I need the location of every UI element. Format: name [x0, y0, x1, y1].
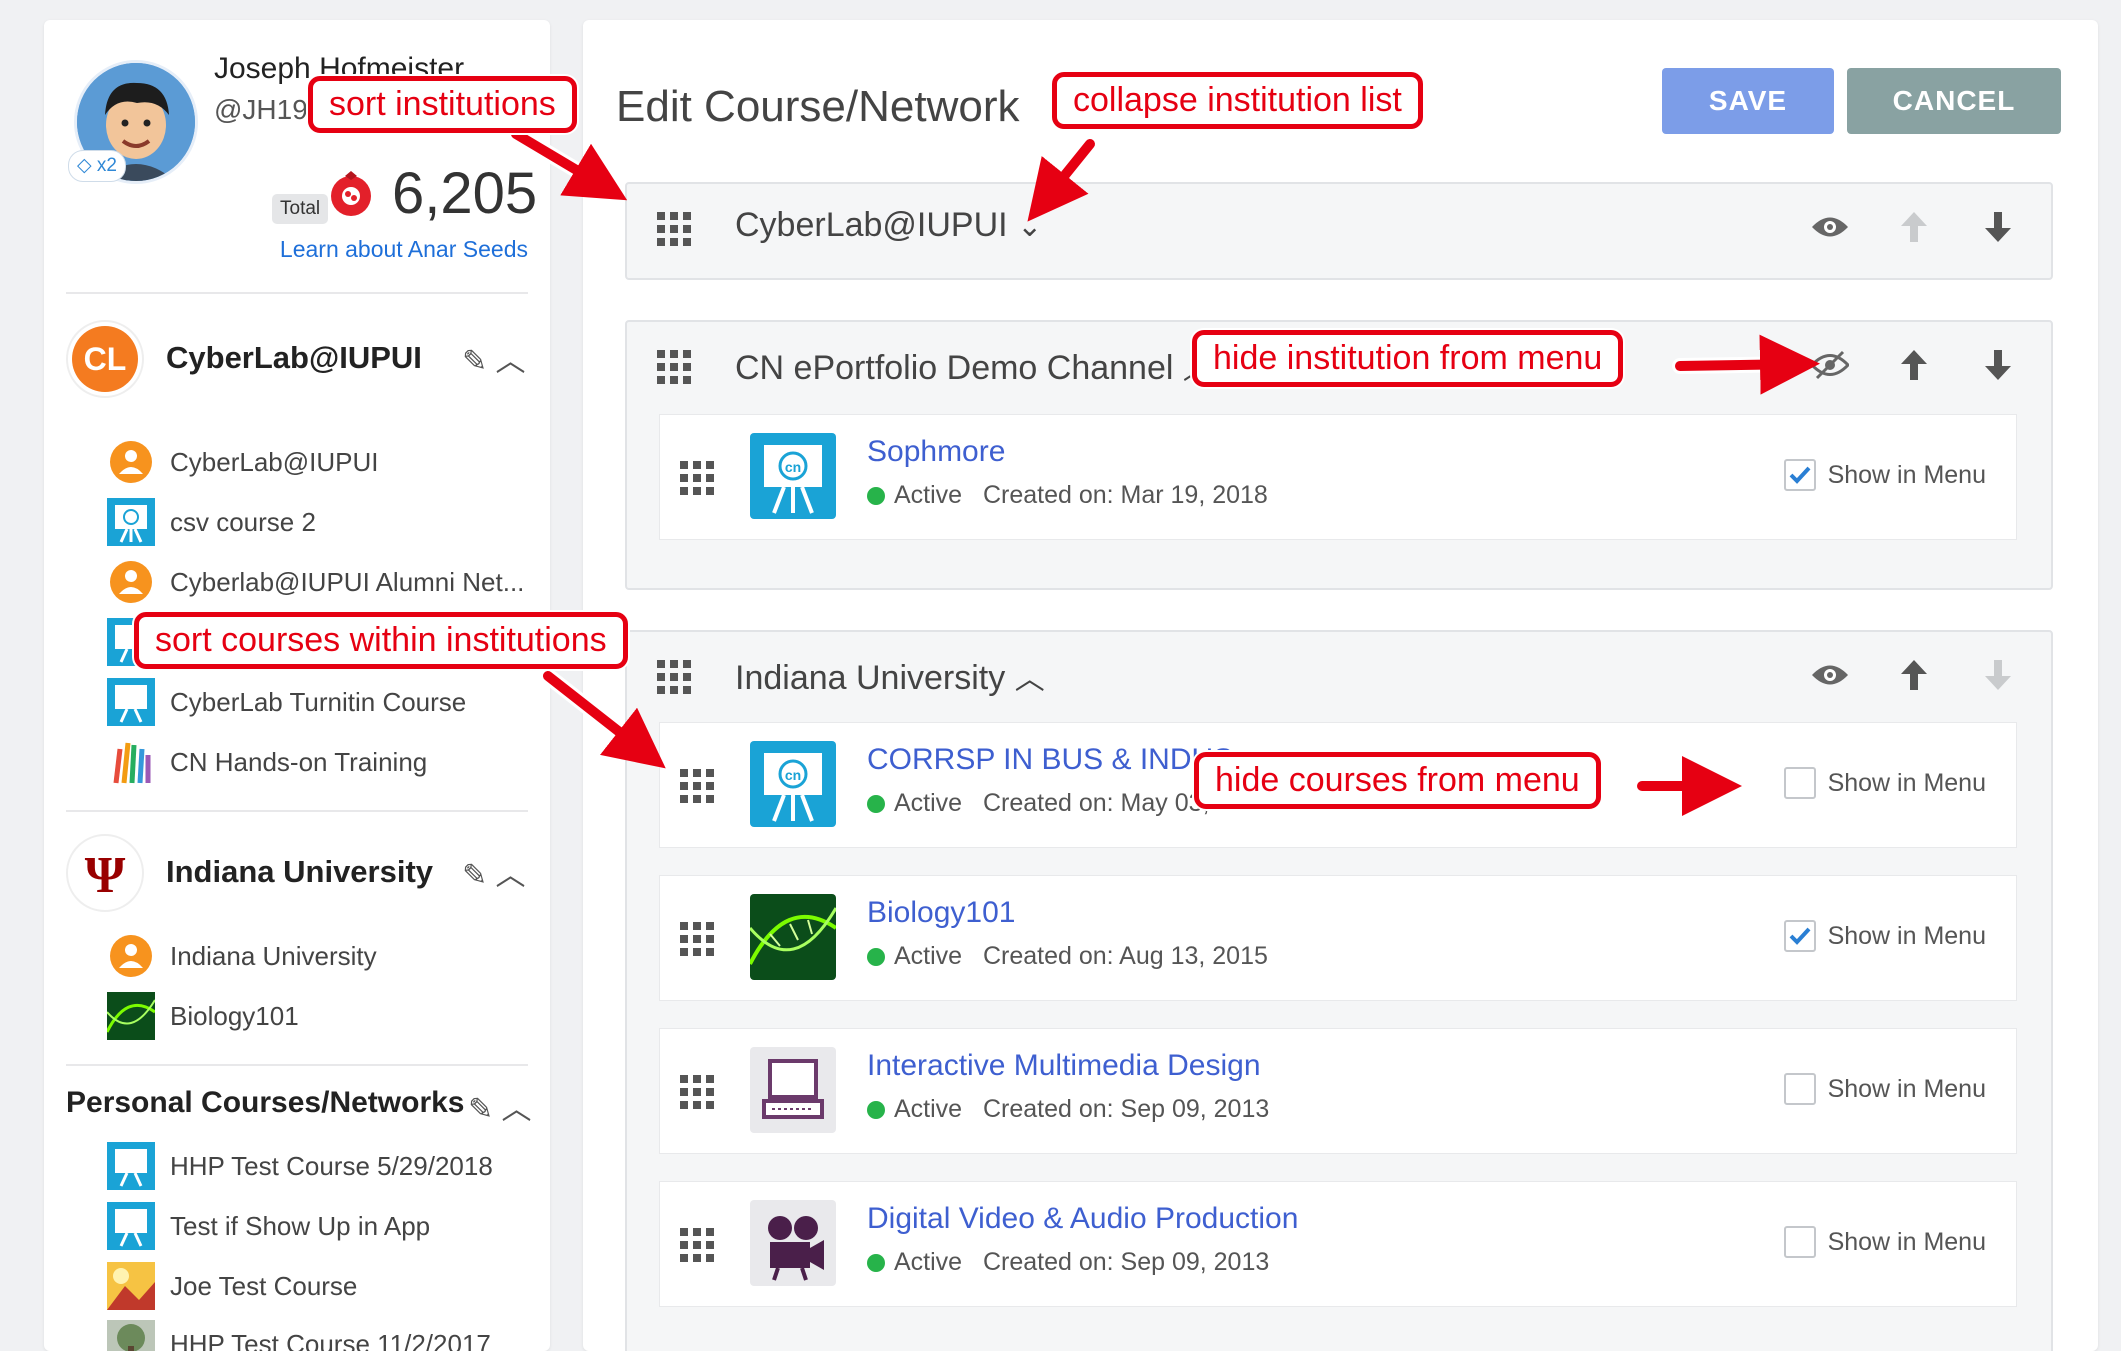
annotation-sort-courses: sort courses within institutions — [134, 612, 628, 669]
annotation-collapse-list: collapse institution list — [1052, 72, 1423, 129]
arrow-hide-institution — [1675, 334, 1820, 395]
arrow-sort-courses — [543, 671, 666, 769]
annotation-hide-institution: hide institution from menu — [1192, 330, 1624, 387]
annotation-hide-courses: hide courses from menu — [1194, 752, 1601, 809]
annotation-sort-institutions: sort institutions — [308, 76, 577, 133]
arrow-sort-institutions — [511, 129, 628, 201]
annotation-arrows — [508, 126, 1820, 816]
arrow-collapse-list — [1027, 139, 1095, 222]
